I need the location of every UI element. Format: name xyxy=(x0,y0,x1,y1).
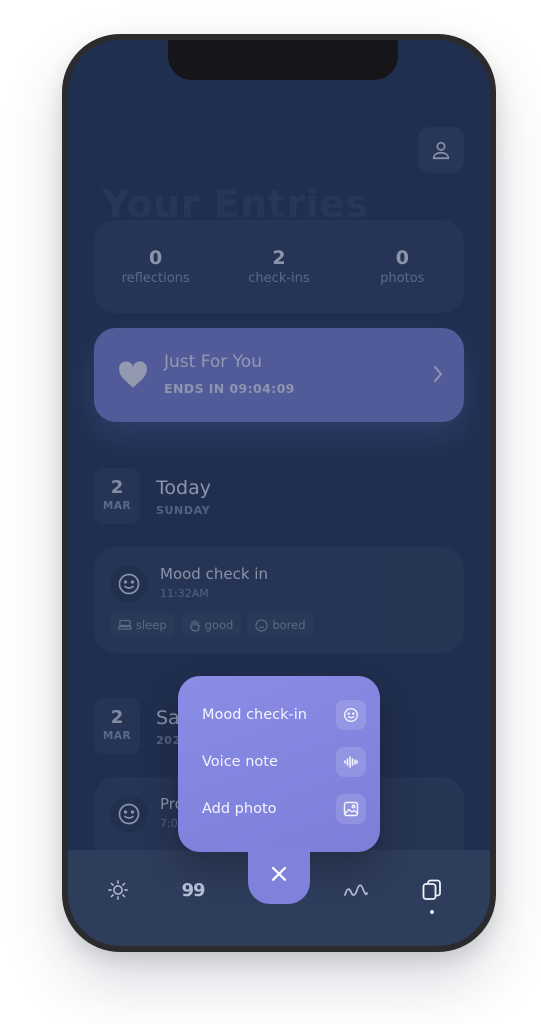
close-icon: × xyxy=(268,859,290,889)
tag-label: good xyxy=(204,618,234,632)
tab-entries[interactable] xyxy=(412,870,452,910)
stat-check-ins[interactable]: 2 check-ins xyxy=(224,247,334,286)
tag-label: sleep xyxy=(136,618,167,632)
stat-label: check-ins xyxy=(248,271,310,286)
menu-item-icon xyxy=(336,700,366,730)
stat-label: photos xyxy=(380,271,425,286)
waveform-icon xyxy=(344,756,358,768)
hand-icon xyxy=(189,619,200,632)
notch xyxy=(168,40,398,80)
date-badge: 2 MAR xyxy=(94,698,140,754)
tag-list: sleep good bored xyxy=(110,613,314,637)
day-title: Sa xyxy=(156,707,180,729)
phone-frame: Your Entries 0 reflections 2 check-ins 0… xyxy=(62,34,496,952)
entry-time: 11:32AM xyxy=(160,587,209,600)
just-for-you-card[interactable]: Just For You ENDS IN 09:04:09 xyxy=(94,328,464,422)
menu-item-icon xyxy=(336,794,366,824)
chart-icon xyxy=(344,884,368,896)
stat-label: reflections xyxy=(121,271,190,286)
tag-good: good xyxy=(180,613,242,637)
profile-button[interactable] xyxy=(418,127,464,173)
stats-card: 0 reflections 2 check-ins 0 photos xyxy=(94,220,464,313)
tag-sleep: sleep xyxy=(110,613,175,637)
entry-card[interactable]: Mood check in 11:32AM sleep good bored xyxy=(94,547,464,653)
smile-icon xyxy=(118,573,140,595)
menu-item-label: Mood check-in xyxy=(202,707,307,723)
promo-title: Just For You xyxy=(164,352,262,372)
tag-label: bored xyxy=(272,618,306,632)
menu-item-mood-check-in[interactable]: Mood check-in xyxy=(202,699,366,731)
day-subtitle: SUNDAY xyxy=(156,504,211,517)
stat-reflections[interactable]: 0 reflections xyxy=(101,247,211,286)
date-day: 2 xyxy=(110,477,124,498)
active-tab-indicator xyxy=(430,910,434,914)
stat-value: 2 xyxy=(272,247,286,269)
date-day: 2 xyxy=(110,707,124,728)
chevron-right-icon xyxy=(434,366,443,382)
close-menu-button[interactable]: × xyxy=(248,844,310,904)
promo-countdown: ENDS IN 09:04:09 xyxy=(164,381,295,396)
menu-item-label: Add photo xyxy=(202,801,277,817)
entry-mood-icon xyxy=(110,565,148,603)
stat-value: 0 xyxy=(395,247,409,269)
date-month: MAR xyxy=(102,500,132,512)
quote-icon: 99 xyxy=(181,879,205,901)
menu-item-icon xyxy=(336,747,366,777)
neutral-face-icon xyxy=(255,618,268,632)
menu-item-add-photo[interactable]: Add photo xyxy=(202,793,366,825)
date-month: MAR xyxy=(102,730,132,742)
smile-icon xyxy=(118,803,140,825)
entry-title: Mood check in xyxy=(160,565,268,583)
app-screen: Your Entries 0 reflections 2 check-ins 0… xyxy=(68,40,490,946)
heart-icon xyxy=(119,361,147,388)
add-menu: Mood check-in Voice note Add photo xyxy=(178,676,380,852)
menu-item-label: Voice note xyxy=(202,754,278,770)
entries-icon xyxy=(422,879,441,900)
sun-icon xyxy=(108,880,128,900)
day-title: Today xyxy=(156,477,211,499)
image-icon xyxy=(343,801,359,817)
tab-insights[interactable] xyxy=(336,870,376,910)
bed-icon xyxy=(118,619,132,630)
smile-icon xyxy=(344,708,358,722)
tag-bored: bored xyxy=(247,613,314,637)
user-icon xyxy=(432,141,450,160)
tab-today[interactable] xyxy=(98,870,138,910)
tab-quotes[interactable]: 99 xyxy=(173,870,213,910)
date-badge: 2 MAR xyxy=(94,468,140,524)
entry-time: 7:0 xyxy=(160,817,178,830)
stat-value: 0 xyxy=(149,247,163,269)
entry-mood-icon xyxy=(110,795,148,833)
stat-photos[interactable]: 0 photos xyxy=(347,247,457,286)
menu-item-voice-note[interactable]: Voice note xyxy=(202,746,366,778)
